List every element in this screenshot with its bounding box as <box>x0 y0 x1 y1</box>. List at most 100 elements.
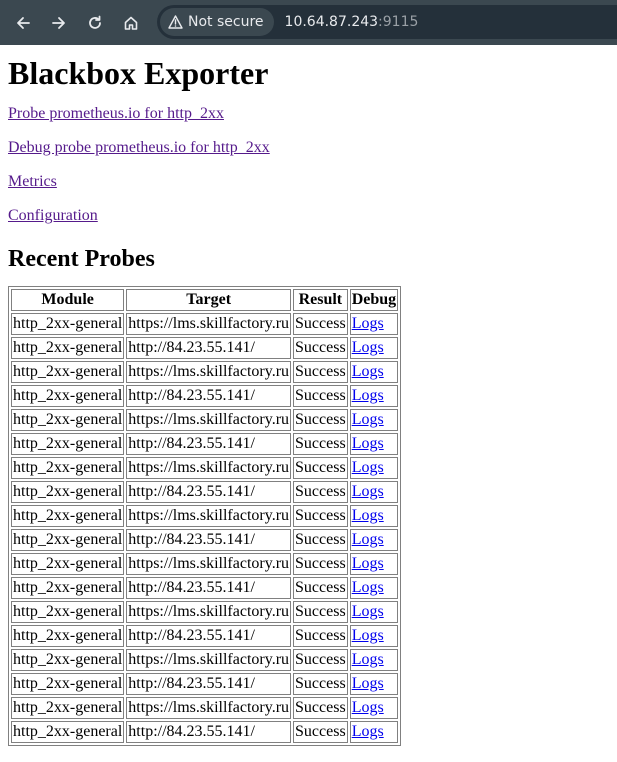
logs-link[interactable]: Logs <box>352 603 384 620</box>
url-port: :9115 <box>378 14 419 30</box>
cell-module: http_2xx-general <box>11 553 125 575</box>
table-header-row: Module Target Result Debug <box>11 289 399 311</box>
logs-link[interactable]: Logs <box>352 459 384 476</box>
cell-target: https://lms.skillfactory.ru <box>126 361 292 383</box>
cell-target: http://84.23.55.141/ <box>126 721 292 743</box>
cell-target: http://84.23.55.141/ <box>126 481 292 503</box>
logs-link[interactable]: Logs <box>352 387 384 404</box>
table-row: http_2xx-general http://84.23.55.141/Succ… <box>11 481 399 503</box>
logs-link[interactable]: Logs <box>352 699 384 716</box>
configuration-link[interactable]: Configuration <box>8 207 98 224</box>
table-row: http_2xx-general https://lms.skillfactory… <box>11 697 399 719</box>
logs-link[interactable]: Logs <box>352 675 384 692</box>
cell-result: Success <box>293 577 348 599</box>
logs-link[interactable]: Logs <box>352 339 384 356</box>
recent-probes-heading: Recent Probes <box>8 246 155 272</box>
cell-module: http_2xx-general <box>11 337 125 359</box>
logs-link[interactable]: Logs <box>352 579 384 596</box>
url-text[interactable]: 10.64.87.243:9115 <box>285 14 419 30</box>
header-module: Module <box>11 289 125 311</box>
metrics-link[interactable]: Metrics <box>8 173 57 190</box>
address-bar[interactable]: Not secure 10.64.87.243:9115 <box>157 5 617 39</box>
table-row: http_2xx-general http://84.23.55.141/Succ… <box>11 673 399 695</box>
logs-link[interactable]: Logs <box>352 315 384 332</box>
browser-toolbar: Not secure 10.64.87.243:9115 <box>0 0 617 45</box>
cell-debug: Logs <box>349 505 399 527</box>
cell-debug: Logs <box>349 313 399 335</box>
cell-module: http_2xx-general <box>11 697 125 719</box>
back-icon <box>17 16 30 29</box>
logs-link[interactable]: Logs <box>352 627 384 644</box>
forward-button[interactable] <box>44 8 74 38</box>
cell-debug: Logs <box>349 721 399 743</box>
table-row: http_2xx-general https://lms.skillfactory… <box>11 361 399 383</box>
cell-target: http://84.23.55.141/ <box>126 385 292 407</box>
recent-probes-table: Module Target Result Debug http_2xx-gene… <box>8 286 402 746</box>
cell-result: Success <box>293 505 348 527</box>
cell-debug: Logs <box>349 481 399 503</box>
cell-module: http_2xx-general <box>11 649 125 671</box>
warning-icon <box>168 15 183 29</box>
cell-target: https://lms.skillfactory.ru <box>126 601 292 623</box>
cell-module: http_2xx-general <box>11 313 125 335</box>
logs-link[interactable]: Logs <box>352 363 384 380</box>
cell-debug: Logs <box>349 697 399 719</box>
cell-target: https://lms.skillfactory.ru <box>126 505 292 527</box>
header-result: Result <box>293 289 348 311</box>
cell-debug: Logs <box>349 457 399 479</box>
cell-debug: Logs <box>349 577 399 599</box>
link-row: Probe prometheus.io for http_2xx <box>8 105 609 123</box>
cell-debug: Logs <box>349 409 399 431</box>
cell-debug: Logs <box>349 529 399 551</box>
page-content: Blackbox Exporter Probe prometheus.io fo… <box>0 55 617 746</box>
logs-link[interactable]: Logs <box>352 411 384 428</box>
logs-link[interactable]: Logs <box>352 651 384 668</box>
logs-link[interactable]: Logs <box>352 555 384 572</box>
home-icon <box>124 16 138 30</box>
cell-debug: Logs <box>349 601 399 623</box>
home-button[interactable] <box>116 8 146 38</box>
cell-debug: Logs <box>349 553 399 575</box>
cell-result: Success <box>293 409 348 431</box>
cell-module: http_2xx-general <box>11 481 125 503</box>
cell-target: http://84.23.55.141/ <box>126 577 292 599</box>
cell-module: http_2xx-general <box>11 577 125 599</box>
cell-target: https://lms.skillfactory.ru <box>126 409 292 431</box>
nav-links: Probe prometheus.io for http_2xx Debug p… <box>8 105 609 225</box>
header-target: Target <box>126 289 292 311</box>
logs-link[interactable]: Logs <box>352 531 384 548</box>
logs-link[interactable]: Logs <box>352 507 384 524</box>
cell-debug: Logs <box>349 361 399 383</box>
cell-debug: Logs <box>349 433 399 455</box>
table-row: http_2xx-general https://lms.skillfactory… <box>11 409 399 431</box>
cell-module: http_2xx-general <box>11 721 125 743</box>
forward-icon <box>52 16 65 29</box>
debug-probe-link[interactable]: Debug probe prometheus.io for http_2xx <box>8 139 270 156</box>
logs-link[interactable]: Logs <box>352 435 384 452</box>
cell-debug: Logs <box>349 649 399 671</box>
table-row: http_2xx-general http://84.23.55.141/Succ… <box>11 385 399 407</box>
cell-target: http://84.23.55.141/ <box>126 433 292 455</box>
probe-link[interactable]: Probe prometheus.io for http_2xx <box>8 105 224 122</box>
cell-module: http_2xx-general <box>11 385 125 407</box>
cell-result: Success <box>293 625 348 647</box>
cell-module: http_2xx-general <box>11 529 125 551</box>
cell-target: https://lms.skillfactory.ru <box>126 553 292 575</box>
back-button[interactable] <box>8 8 38 38</box>
cell-result: Success <box>293 721 348 743</box>
logs-link[interactable]: Logs <box>352 723 384 740</box>
header-debug: Debug <box>349 289 399 311</box>
cell-module: http_2xx-general <box>11 409 125 431</box>
cell-module: http_2xx-general <box>11 505 125 527</box>
url-host: 10.64.87.243 <box>284 14 379 30</box>
cell-target: https://lms.skillfactory.ru <box>126 457 292 479</box>
cell-debug: Logs <box>349 337 399 359</box>
logs-link[interactable]: Logs <box>352 483 384 500</box>
cell-target: https://lms.skillfactory.ru <box>126 313 292 335</box>
reload-button[interactable] <box>80 8 110 38</box>
cell-result: Success <box>293 649 348 671</box>
cell-debug: Logs <box>349 625 399 647</box>
cell-result: Success <box>293 601 348 623</box>
security-chip[interactable]: Not secure <box>160 8 274 36</box>
cell-result: Success <box>293 385 348 407</box>
